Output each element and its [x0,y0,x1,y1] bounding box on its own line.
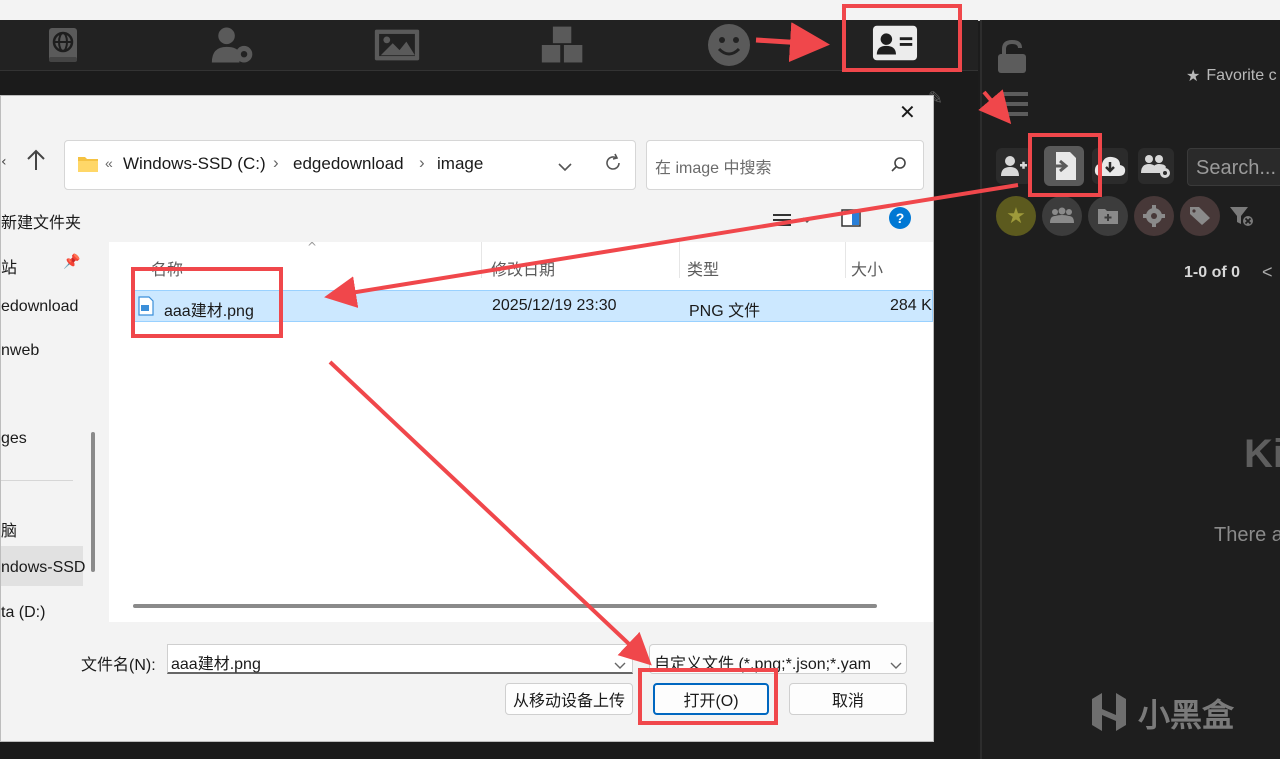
add-user-button[interactable] [996,148,1032,184]
favorite-header[interactable]: ★ Favorite c [1186,66,1277,86]
help-button[interactable]: ? [889,207,911,229]
column-modified[interactable]: 修改日期 [491,256,555,280]
file-name: aaa建材.png [164,303,254,320]
nav-scrollbar[interactable] [91,432,95,572]
nav-item[interactable]: ta (D:) [1,604,45,622]
nav-item[interactable]: nweb [1,342,39,360]
group-filter-button[interactable] [1042,196,1082,236]
filetype-value: 自定义文件 (*.png;*.json;*.yam [654,656,871,673]
chevron-down-icon[interactable] [558,157,572,176]
chevron-down-icon[interactable] [614,655,626,674]
image-icon[interactable] [374,24,420,66]
contact-card-icon[interactable] [872,22,918,64]
address-bar[interactable]: « Windows-SSD (C:) › edgedownload › imag… [64,140,636,190]
view-options-icon[interactable] [773,212,813,231]
filename-input[interactable]: aaa建材.png [167,644,633,674]
import-file-button[interactable] [1044,146,1084,186]
clear-filter-icon[interactable] [1230,206,1254,232]
browser-top-strip [0,0,1280,21]
breadcrumb-image[interactable]: image [437,154,483,174]
folder-search-box[interactable]: 在 image 中搜索 [646,140,924,190]
sort-arrow-icon: ^ [307,240,318,254]
filename-value: aaa建材.png [171,656,261,673]
breadcrumb-separator: › [273,153,279,172]
right-panel: ★ Favorite c Search... ★ 1-0 of 0 < Ki T… [980,20,1280,759]
nav-item[interactable]: 脑 [1,517,17,541]
prev-page-button[interactable]: < [1262,262,1273,283]
menu-icon[interactable] [1000,92,1028,120]
file-row[interactable]: aaa建材.png 2025/12/19 23:30 PNG 文件 284 K [131,290,933,322]
column-divider[interactable] [845,242,846,278]
file-list: ^ 名称 修改日期 类型 大小 aaa建材.png 2025/12/19 23:… [109,240,933,622]
file-type: PNG 文件 [689,303,761,320]
upload-from-device-button[interactable]: 从移动设备上传 [505,683,633,715]
user-settings-icon[interactable] [210,24,256,66]
nav-item[interactable]: edownload [1,298,78,316]
back-arrow-icon[interactable]: ‹ [1,154,7,170]
breadcrumb-overflow[interactable]: « [105,155,113,171]
add-user-icon [1001,156,1027,176]
cubes-icon[interactable] [540,24,586,66]
pin-icon[interactable]: 📌 [63,254,80,270]
group-filter-icon [1050,207,1074,223]
filetype-select[interactable]: 自定义文件 (*.png;*.json;*.yam [649,644,907,674]
column-name[interactable]: 名称 [151,256,183,280]
open-button[interactable]: 打开(O) [653,683,769,715]
preview-pane-icon[interactable] [841,209,861,231]
refresh-icon[interactable] [603,153,623,177]
pagination-text: 1-0 of 0 [1184,264,1241,281]
chevron-down-icon [890,655,902,673]
favorite-label: Favorite c [1206,67,1277,84]
smiley-icon[interactable] [706,24,752,66]
nav-item[interactable]: 站 [1,254,17,278]
cloud-download-icon [1094,156,1126,176]
tag-filter-button[interactable] [1180,196,1220,236]
unlock-icon[interactable] [996,39,1028,78]
folder-filter-button[interactable] [1088,196,1128,236]
group-settings-button[interactable] [1138,148,1174,184]
folder-filter-icon [1098,209,1118,224]
import-file-icon [1050,152,1076,180]
breadcrumb-drive[interactable]: Windows-SSD (C:) [123,154,266,174]
horizontal-scrollbar[interactable] [133,604,877,608]
nav-divider [1,480,73,481]
folder-icon [77,155,99,177]
navigation-pane: 站 📌 edownload nweb ges 脑 ndows-SSD ta (D… [1,242,95,622]
globe-book-icon[interactable] [40,24,86,66]
breadcrumb-separator: › [419,153,425,172]
nav-item-selected[interactable]: ndows-SSD [1,559,85,577]
heybox-logo-icon [1092,693,1126,731]
column-divider[interactable] [481,242,482,278]
nav-item[interactable]: ges [1,430,27,448]
search-icon[interactable] [891,156,907,176]
search-input[interactable]: Search... [1187,148,1280,186]
file-modified: 2025/12/19 23:30 [492,297,617,314]
group-settings-icon [1141,155,1170,178]
filename-label: 文件名(N): [81,657,156,674]
star-filter-icon: ★ [1006,203,1026,229]
breadcrumb-edgedownload[interactable]: edgedownload [293,154,404,174]
tag-filter-icon [1190,207,1210,225]
open-file-dialog: ✕ ‹ « Windows-SSD (C:) › edgedownload › … [0,95,934,742]
app-top-nav [0,20,978,71]
file-size: 284 K [890,297,932,314]
dialog-close-button[interactable]: ✕ [899,100,916,124]
cancel-button[interactable]: 取消 [789,683,907,715]
empty-state-title: Ki [1244,432,1280,476]
star-filter-button[interactable]: ★ [996,196,1036,236]
empty-state-text: There a [1214,524,1280,546]
folder-search-placeholder: 在 image 中搜索 [655,160,772,177]
column-type[interactable]: 类型 [687,256,719,280]
up-arrow-icon[interactable] [25,148,47,176]
gear-filter-button[interactable] [1134,196,1174,236]
watermark: 小黑盒 [1088,690,1234,736]
png-file-icon [138,296,154,320]
gear-filter-icon [1143,205,1165,227]
column-divider[interactable] [679,242,680,278]
cloud-download-button[interactable] [1092,148,1128,184]
star-icon: ★ [1186,68,1201,85]
column-size[interactable]: 大小 [851,256,883,280]
new-folder-button[interactable]: 新建文件夹 [1,209,81,233]
watermark-brand: 小黑盒 [1138,696,1235,734]
